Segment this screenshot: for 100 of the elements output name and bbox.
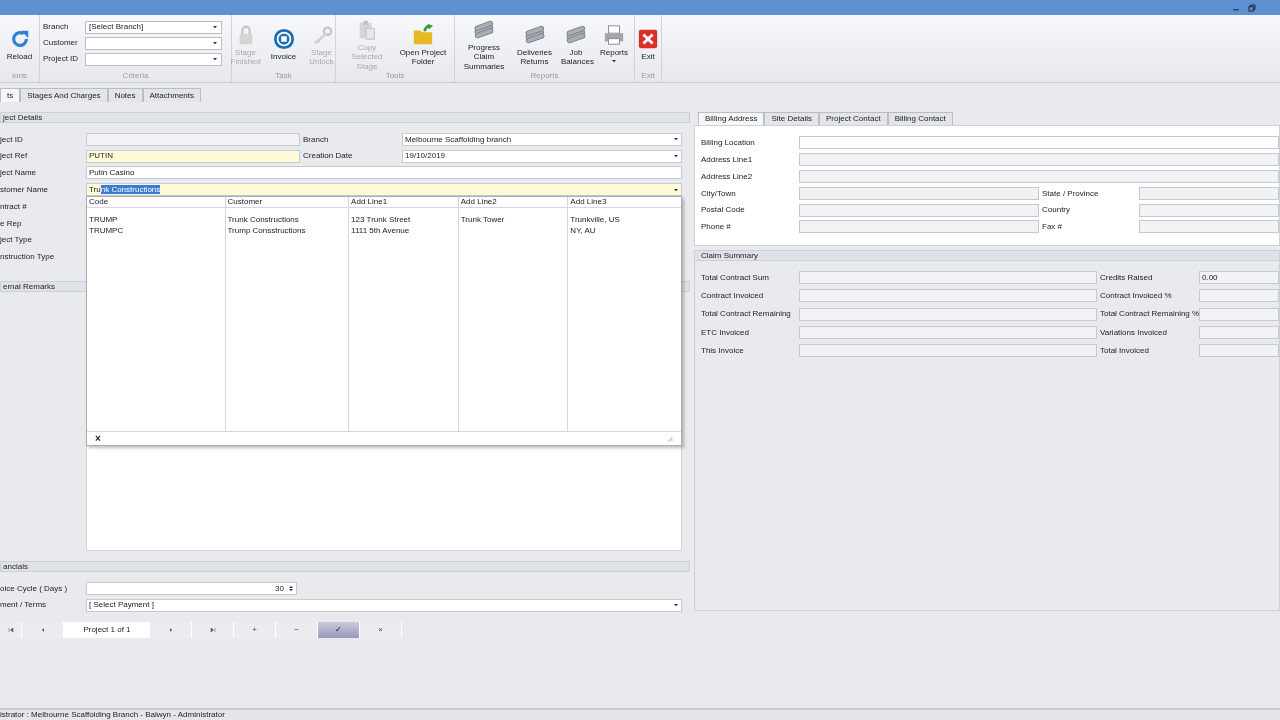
text-field[interactable]: Putin Casino: [86, 166, 682, 180]
next-icon: [167, 626, 174, 633]
table-cell-text: Trunk Tower: [459, 215, 506, 226]
pipes-icon: [473, 19, 495, 42]
text-field[interactable]: [799, 170, 1279, 184]
group-label: Task: [274, 71, 293, 82]
column-header: Add Line3: [568, 197, 681, 208]
field-label: Total Invoiced: [1099, 345, 1150, 356]
text-field[interactable]: [799, 289, 1097, 303]
field-label: oice Cycle ( Days ): [0, 583, 69, 594]
dropdown-field[interactable]: [Select Branch]: [85, 20, 222, 34]
spinner-icon: [288, 583, 294, 593]
group-label: Reports: [529, 71, 560, 82]
dropdown-menu[interactable]: Code TRUMP TRUMPC Customer Trunk Constructions Trump Consstructions Add Line1 123 Trunk Street 1111 5th Avenue Add Line2 Trunk Tower Add Line3 Trunkville, US NY, AU ×: [86, 196, 682, 446]
text-field[interactable]: [799, 203, 1039, 217]
tab[interactable]: Site Details: [764, 112, 819, 125]
text-field[interactable]: [799, 271, 1097, 284]
field-label: Total Contract Remaining: [701, 309, 792, 319]
toolbar-button[interactable]: Open Project Folder: [397, 19, 449, 71]
restore-icon: [1248, 3, 1256, 12]
dropdown-field[interactable]: [85, 52, 222, 66]
text-field[interactable]: [799, 153, 1279, 167]
text-field[interactable]: PUTIN: [86, 149, 300, 163]
toolbar-button[interactable]: Exit: [631, 19, 665, 71]
last-icon: [209, 626, 216, 633]
dropdown-field[interactable]: 19/10/2019: [402, 149, 682, 163]
field-label: Branch: [43, 22, 70, 32]
column-header: Add Line1: [349, 197, 458, 208]
tab[interactable]: Stages And Charges: [20, 88, 108, 102]
caret-icon: [673, 153, 679, 160]
text-field[interactable]: [799, 325, 1097, 339]
field-label: Project ID: [43, 54, 80, 64]
text-field[interactable]: [799, 307, 1097, 321]
column-header: Customer: [225, 197, 349, 208]
toolbar-button[interactable]: Deliveries Returns: [514, 19, 555, 71]
pipes-icon: [565, 23, 587, 46]
caret-icon: [673, 186, 679, 193]
caret-icon: [673, 602, 679, 609]
caret-icon: [611, 57, 617, 64]
dropdown-field[interactable]: [85, 36, 222, 50]
field-label: ject Type: [0, 235, 33, 245]
tab[interactable]: Project Contact: [818, 112, 888, 125]
group-label: Exit: [640, 71, 656, 82]
field-label: Total Contract Remaining %: [1099, 309, 1199, 319]
field-label: Phone #: [701, 222, 732, 232]
menu-button[interactable]: Reports: [597, 19, 631, 71]
number-field[interactable]: 30: [86, 581, 297, 595]
toolbar-button[interactable]: Invoice: [266, 19, 301, 71]
record-counter: Project 1 of 1: [64, 621, 150, 638]
pipes-icon: [523, 23, 546, 46]
close-icon: [637, 28, 659, 51]
tab[interactable]: ts: [0, 88, 21, 102]
tab[interactable]: Billing Address: [698, 112, 765, 125]
table-cell-text: 123 Trunk Street: [350, 215, 412, 226]
table-cell-text: TRUMPC: [88, 225, 125, 236]
tab[interactable]: Notes: [107, 88, 143, 102]
table-cell-text: Trump Consstructions: [226, 225, 307, 236]
field-label: ntract #: [0, 201, 28, 212]
field-label: ject Name: [0, 168, 37, 178]
text-field[interactable]: [1139, 186, 1279, 200]
text-field[interactable]: [1199, 325, 1279, 339]
text-field[interactable]: [799, 344, 1097, 358]
table-cell-text: Trunk Constructions: [226, 215, 300, 226]
text-field[interactable]: 0.00: [1199, 271, 1279, 284]
column-header: Code: [87, 197, 225, 208]
previous-icon: [39, 626, 46, 633]
text-field[interactable]: [1199, 344, 1279, 358]
dropdown-field[interactable]: Trunk Constructions: [86, 183, 682, 197]
field-label: Address Line1: [701, 155, 754, 165]
field-label: stomer Name: [0, 185, 49, 195]
field-label: ment / Terms: [0, 600, 48, 610]
tab[interactable]: Attachments: [142, 88, 201, 102]
close-button[interactable]: ×: [95, 433, 101, 444]
field-label: State / Province: [1041, 188, 1100, 199]
field-label: Fax #: [1041, 222, 1063, 232]
group-header: Claim Summary: [694, 250, 1280, 262]
group-header: ancials: [0, 561, 690, 572]
toolbar-button[interactable]: Job Balances: [559, 19, 593, 71]
printer-icon: [603, 24, 625, 47]
text-field[interactable]: [86, 132, 300, 146]
field-label: nstruction Type: [0, 252, 56, 262]
toolbar-button[interactable]: Progress Claim Summaries: [458, 19, 510, 71]
dropdown-field[interactable]: [ Select Payment ]: [86, 598, 682, 612]
dropdown-field[interactable]: Melbourne Scaffolding branch: [402, 132, 682, 146]
tab[interactable]: Billing Contact: [887, 112, 953, 125]
text-field[interactable]: [1199, 307, 1279, 321]
caret-icon: [212, 24, 218, 30]
text-field[interactable]: [799, 136, 1279, 150]
text-field[interactable]: [799, 186, 1039, 200]
text-field[interactable]: [799, 220, 1039, 234]
field-label: Contract Invoiced: [701, 291, 765, 301]
field-label: ject Ref: [0, 151, 29, 161]
nav-button[interactable]: ✓: [318, 621, 360, 638]
field-label: ject ID: [0, 134, 24, 145]
text-field[interactable]: [1199, 289, 1279, 303]
text-field[interactable]: [1139, 220, 1279, 234]
toolbar-button[interactable]: Reload: [2, 19, 37, 71]
group-label: Criteria: [121, 71, 150, 82]
caret-icon: [212, 56, 218, 62]
text-field[interactable]: [1139, 203, 1279, 217]
